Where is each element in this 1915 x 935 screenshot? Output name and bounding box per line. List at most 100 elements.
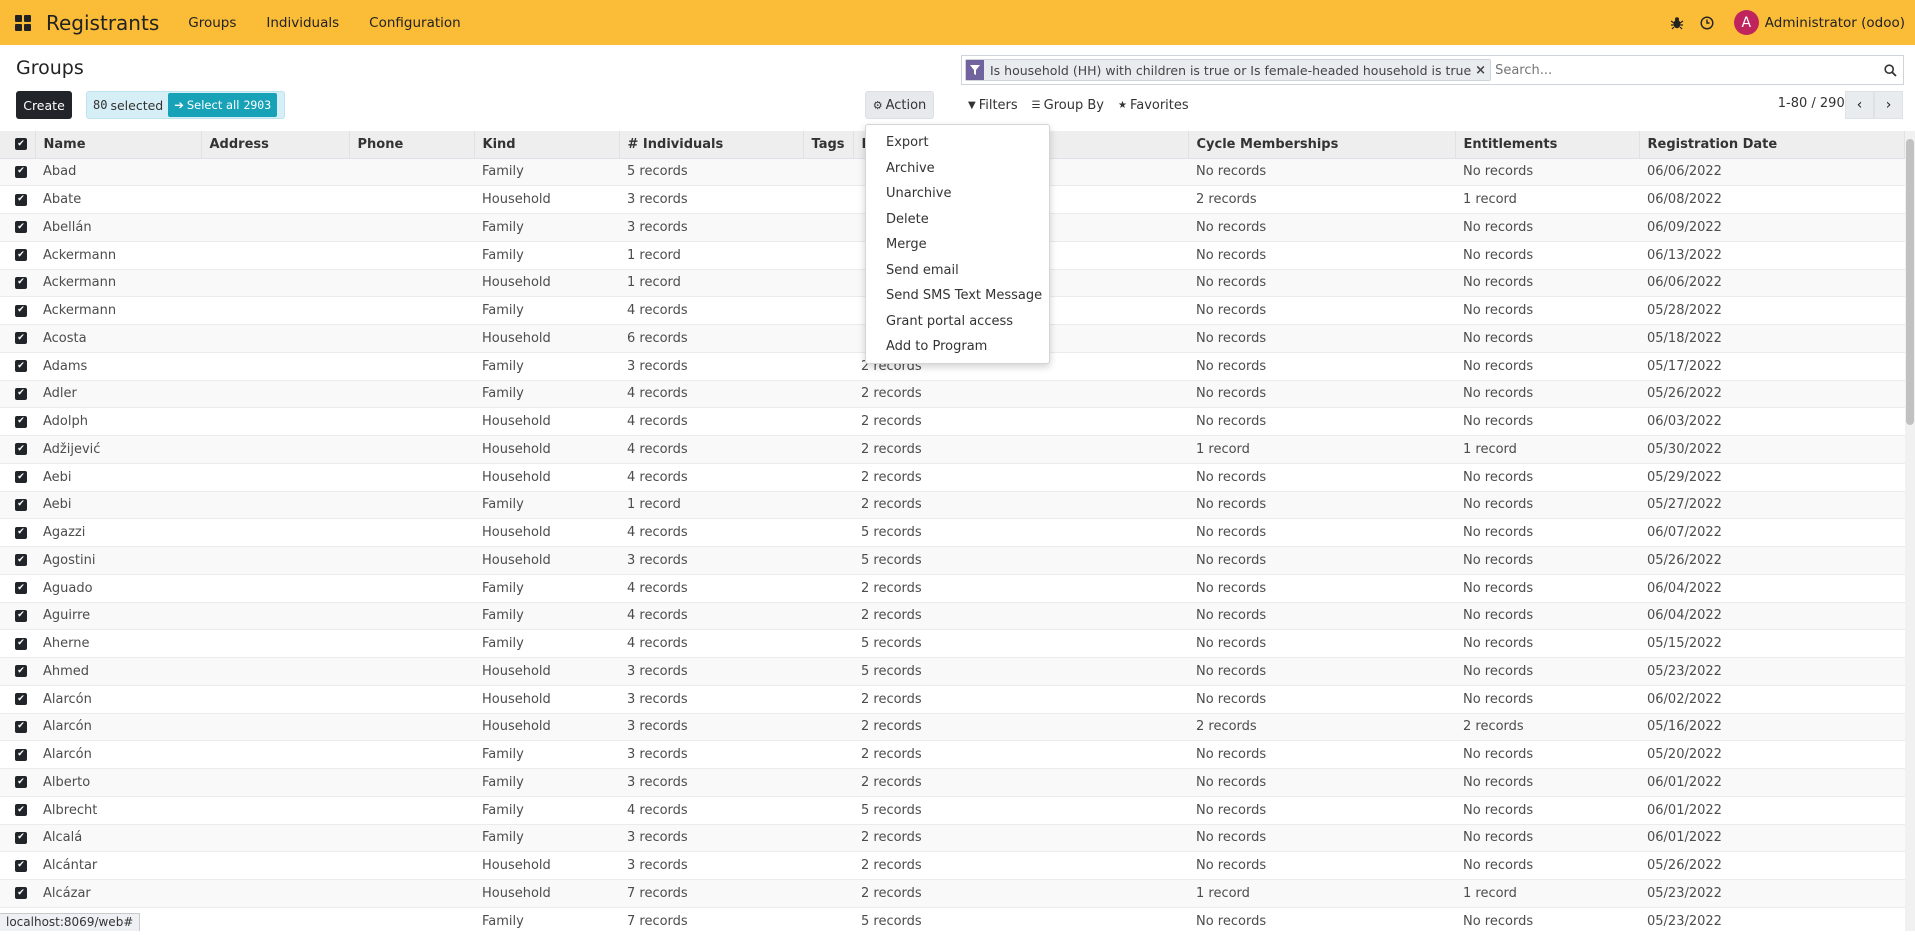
cell-tags[interactable]	[803, 657, 853, 686]
cell-phone[interactable]	[349, 268, 474, 297]
cell-kind[interactable]: Family	[474, 601, 619, 630]
cell-phone[interactable]	[349, 185, 474, 214]
row-checkbox[interactable]: ✔	[0, 573, 35, 602]
cell-cycle-memberships[interactable]: No records	[1188, 573, 1455, 602]
cell-address[interactable]	[201, 407, 349, 436]
cell-phone[interactable]	[349, 518, 474, 547]
cell-tags[interactable]	[803, 629, 853, 658]
cell-individuals[interactable]: 3 records	[619, 823, 803, 852]
table-row[interactable]: ✔ Adolph Household 4 records 2 records No rec…	[0, 407, 1905, 436]
cell-address[interactable]	[201, 879, 349, 908]
row-checkbox[interactable]: ✔	[0, 490, 35, 519]
cell-registration-date[interactable]: 05/23/2022	[1639, 657, 1905, 686]
cell-cycle-memberships[interactable]: No records	[1188, 157, 1455, 186]
cell-kind[interactable]: Family	[474, 296, 619, 325]
cell-tags[interactable]	[803, 435, 853, 464]
select-all-button[interactable]: ➔ Select all 2903	[168, 93, 278, 117]
row-checkbox[interactable]: ✔	[0, 546, 35, 575]
cell-registration-date[interactable]: 06/09/2022	[1639, 213, 1905, 242]
cell-tags[interactable]	[803, 185, 853, 214]
bug-icon[interactable]	[1662, 0, 1692, 45]
cell-registration-date[interactable]: 05/27/2022	[1639, 490, 1905, 519]
cell-name[interactable]: Ackermann	[35, 268, 201, 297]
scrollbar-thumb[interactable]	[1906, 139, 1914, 425]
select-all-checkbox[interactable]: ✔	[0, 131, 36, 159]
cell-cycle-memberships[interactable]: 2 records	[1188, 712, 1455, 741]
table-row[interactable]: ✔ Aebi Household 4 records 2 records No recor…	[0, 462, 1905, 491]
cell-address[interactable]	[201, 601, 349, 630]
row-checkbox[interactable]: ✔	[0, 851, 35, 880]
cell-tags[interactable]	[803, 879, 853, 908]
table-row[interactable]: ✔ Aebi Family 1 record 2 records No records No…	[0, 490, 1905, 519]
cell-tags[interactable]	[803, 546, 853, 575]
table-row[interactable]: ✔ Aguirre Family 4 records 2 records No recor…	[0, 601, 1905, 630]
cell-phone[interactable]	[349, 573, 474, 602]
cell-tags[interactable]	[803, 851, 853, 880]
action-send-email[interactable]: Send email	[866, 258, 1049, 284]
nav-menu-configuration[interactable]: Configuration	[354, 15, 476, 31]
cell-individuals[interactable]: 7 records	[619, 879, 803, 908]
cell-program-memberships[interactable]: 5 records	[853, 657, 1188, 686]
cell-cycle-memberships[interactable]: 2 records	[1188, 185, 1455, 214]
cell-individuals[interactable]: 3 records	[619, 768, 803, 797]
column-header-individuals[interactable]: # Individuals	[619, 131, 804, 159]
row-checkbox[interactable]: ✔	[0, 740, 35, 769]
table-row[interactable]: ✔ Alcántar Household 3 records 2 records No r…	[0, 851, 1905, 880]
cell-registration-date[interactable]: 05/26/2022	[1639, 851, 1905, 880]
cell-phone[interactable]	[349, 351, 474, 380]
cell-individuals[interactable]: 4 records	[619, 379, 803, 408]
table-row[interactable]: ✔ Alberto Family 3 records 2 records No recor…	[0, 768, 1905, 797]
cell-name[interactable]: Adžijević	[35, 435, 201, 464]
cell-name[interactable]: Adolph	[35, 407, 201, 436]
cell-program-memberships[interactable]: 2 records	[853, 879, 1188, 908]
cell-cycle-memberships[interactable]: No records	[1188, 629, 1455, 658]
cell-name[interactable]: Aguado	[35, 573, 201, 602]
cell-individuals[interactable]: 3 records	[619, 712, 803, 741]
cell-program-memberships[interactable]: 5 records	[853, 546, 1188, 575]
cell-individuals[interactable]: 6 records	[619, 324, 803, 353]
column-header-kind[interactable]: Kind	[474, 131, 620, 159]
cell-kind[interactable]: Household	[474, 712, 619, 741]
cell-registration-date[interactable]: 05/23/2022	[1639, 879, 1905, 908]
cell-kind[interactable]: Household	[474, 462, 619, 491]
action-delete[interactable]: Delete	[866, 207, 1049, 233]
cell-cycle-memberships[interactable]: No records	[1188, 462, 1455, 491]
cell-kind[interactable]: Family	[474, 740, 619, 769]
cell-program-memberships[interactable]: 2 records	[853, 601, 1188, 630]
cell-entitlements[interactable]: No records	[1455, 601, 1639, 630]
cell-kind[interactable]: Household	[474, 657, 619, 686]
cell-registration-date[interactable]: 05/20/2022	[1639, 740, 1905, 769]
cell-registration-date[interactable]: 05/26/2022	[1639, 546, 1905, 575]
cell-phone[interactable]	[349, 601, 474, 630]
cell-individuals[interactable]: 3 records	[619, 213, 803, 242]
cell-cycle-memberships[interactable]: No records	[1188, 740, 1455, 769]
cell-name[interactable]: Abad	[35, 157, 201, 186]
cell-program-memberships[interactable]: 2 records	[853, 573, 1188, 602]
cell-phone[interactable]	[349, 379, 474, 408]
cell-individuals[interactable]: 4 records	[619, 518, 803, 547]
cell-address[interactable]	[201, 462, 349, 491]
action-send-sms[interactable]: Send SMS Text Message	[866, 283, 1049, 309]
cell-address[interactable]	[201, 629, 349, 658]
cell-individuals[interactable]: 4 records	[619, 296, 803, 325]
cell-tags[interactable]	[803, 712, 853, 741]
cell-tags[interactable]	[803, 601, 853, 630]
row-checkbox[interactable]: ✔	[0, 795, 35, 824]
cell-program-memberships[interactable]: 2 records	[853, 768, 1188, 797]
column-header-address[interactable]: Address	[201, 131, 350, 159]
cell-entitlements[interactable]: 1 record	[1455, 185, 1639, 214]
cell-name[interactable]: Ackermann	[35, 296, 201, 325]
cell-entitlements[interactable]: No records	[1455, 268, 1639, 297]
cell-name[interactable]: Alcántar	[35, 851, 201, 880]
cell-entitlements[interactable]: No records	[1455, 379, 1639, 408]
cell-kind[interactable]: Family	[474, 379, 619, 408]
cell-phone[interactable]	[349, 462, 474, 491]
cell-address[interactable]	[201, 268, 349, 297]
cell-kind[interactable]: Family	[474, 573, 619, 602]
cell-registration-date[interactable]: 06/04/2022	[1639, 573, 1905, 602]
pager-value[interactable]: 1-80 / 2903	[1778, 96, 1853, 111]
cell-tags[interactable]	[803, 379, 853, 408]
cell-entitlements[interactable]: No records	[1455, 157, 1639, 186]
row-checkbox[interactable]: ✔	[0, 435, 35, 464]
cell-program-memberships[interactable]: 5 records	[853, 518, 1188, 547]
